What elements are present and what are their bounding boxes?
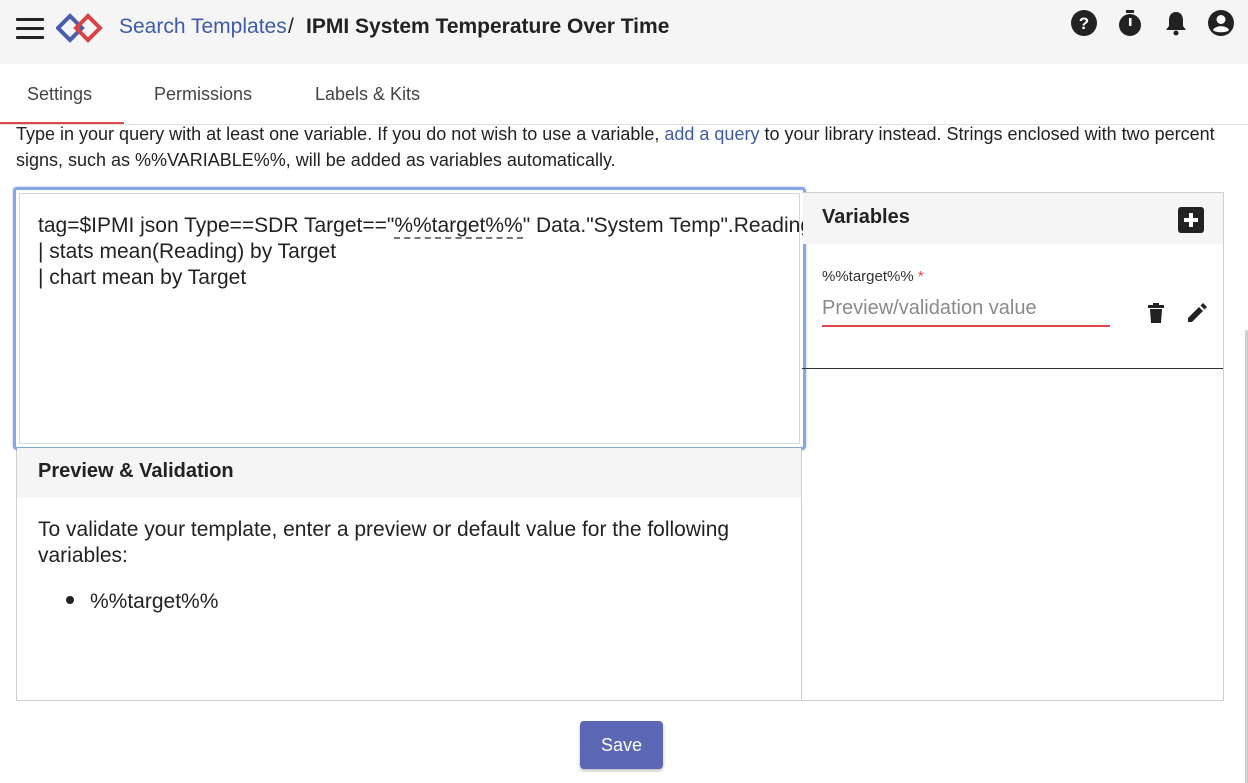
variable-name: %%target%% xyxy=(822,268,914,285)
variable-preview-input[interactable] xyxy=(822,291,1110,327)
brand-logo[interactable] xyxy=(56,10,110,46)
account-icon[interactable] xyxy=(1207,9,1235,37)
preview-variable-item: %%target%% xyxy=(90,590,219,613)
query-line-2: | stats mean(Reading) by Target xyxy=(38,240,337,263)
variable-divider xyxy=(802,368,1223,369)
query-line-1-end: " Data."System Temp".Reading xyxy=(522,214,812,237)
tab-settings[interactable]: Settings xyxy=(27,84,92,105)
breadcrumb-separator: / xyxy=(288,15,294,38)
hamburger-menu-icon[interactable] xyxy=(14,16,46,42)
tab-bar: Settings Permissions Labels & Kits xyxy=(0,64,1248,125)
instructions-text-start: Type in your query with at least one var… xyxy=(16,124,665,144)
query-line-1-start: tag=$IPMI json Type==SDR Target==" xyxy=(38,214,395,237)
query-code[interactable]: tag=$IPMI json Type==SDR Target=="%%targ… xyxy=(38,213,812,291)
save-button[interactable]: Save xyxy=(580,721,663,769)
preview-title: Preview & Validation xyxy=(38,460,234,482)
preview-instructions: To validate your template, enter a previ… xyxy=(38,518,730,567)
query-line-3: | chart mean by Target xyxy=(38,266,247,289)
timer-icon[interactable] xyxy=(1116,9,1144,37)
notifications-icon[interactable] xyxy=(1162,9,1190,37)
variable-label: %%target%% * xyxy=(822,268,924,285)
add-query-link[interactable]: add a query xyxy=(664,124,759,144)
svg-text:?: ? xyxy=(1079,14,1089,33)
edit-icon[interactable] xyxy=(1186,302,1208,324)
variables-title: Variables xyxy=(822,206,910,228)
query-variable-token: %%target%% xyxy=(394,214,523,239)
tab-permissions[interactable]: Permissions xyxy=(154,84,252,105)
query-instructions: Type in your query with at least one var… xyxy=(16,121,1226,173)
help-icon[interactable]: ? xyxy=(1070,9,1098,37)
required-asterisk: * xyxy=(917,268,924,285)
tab-labels-kits[interactable]: Labels & Kits xyxy=(315,84,420,105)
preview-variable-list: %%target%% xyxy=(66,590,218,614)
page-title: IPMI System Temperature Over Time xyxy=(306,15,670,38)
breadcrumb-search-templates[interactable]: Search Templates xyxy=(119,15,287,39)
delete-icon[interactable] xyxy=(1146,302,1166,324)
add-variable-button[interactable] xyxy=(1178,207,1204,233)
bullet-icon xyxy=(66,596,74,605)
app-header: Search Templates / IPMI System Temperatu… xyxy=(0,0,1248,64)
